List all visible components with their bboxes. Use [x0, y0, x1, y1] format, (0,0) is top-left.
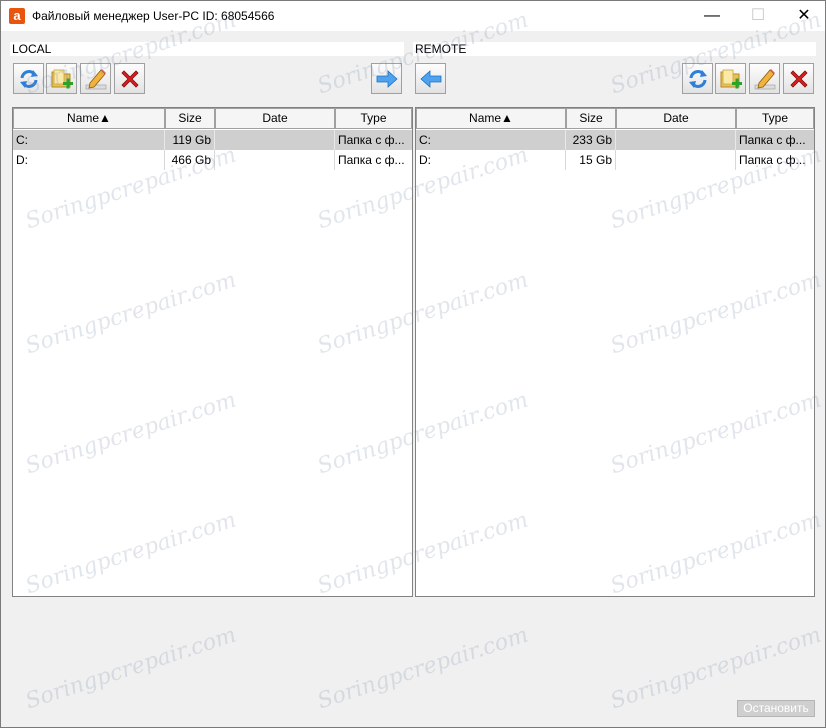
cell-type: Папка с ф... [739, 133, 806, 147]
column-header-type[interactable]: Type [335, 108, 412, 129]
stop-button[interactable]: Остановить [737, 700, 815, 717]
cell-name: C: [13, 130, 165, 150]
window-title: Файловый менеджер User-PC ID: 68054566 [32, 9, 275, 23]
column-header-name[interactable]: Name▲ [13, 108, 165, 129]
local-list-header: Name▲ Size Date Type [13, 108, 412, 129]
table-row[interactable]: C: 233 Gb Папка с ф... [416, 130, 814, 150]
table-row[interactable]: C: 119 Gb Папка с ф... [13, 130, 412, 150]
column-header-type[interactable]: Type [736, 108, 814, 129]
column-header-size[interactable]: Size [566, 108, 616, 129]
local-panel-header: LOCAL [10, 42, 404, 56]
arrow-left-icon [419, 69, 441, 88]
column-header-size[interactable]: Size [165, 108, 215, 129]
remote-panel-header: REMOTE [413, 42, 816, 56]
cell-type: Папка с ф... [338, 133, 405, 147]
remote-refresh-button[interactable] [682, 63, 713, 94]
cell-size: 15 Gb [566, 150, 616, 170]
refresh-icon [688, 69, 707, 88]
cell-date [215, 150, 335, 170]
cell-type: Папка с ф... [739, 153, 806, 167]
cell-size: 119 Gb [165, 130, 215, 150]
file-manager-window: a Файловый менеджер User-PC ID: 68054566… [0, 0, 826, 728]
maximize-button[interactable]: ☐ [735, 1, 781, 31]
local-refresh-button[interactable] [13, 63, 44, 94]
rename-icon [754, 68, 775, 89]
cell-name: D: [13, 150, 165, 170]
close-button[interactable]: ✕ [781, 1, 826, 31]
arrow-right-icon [376, 69, 398, 88]
cell-date [215, 130, 335, 150]
app-logo-icon: a [9, 8, 25, 24]
remote-rename-button[interactable] [749, 63, 780, 94]
remote-new-folder-button[interactable] [715, 63, 746, 94]
remote-file-list[interactable]: Name▲ Size Date Type C: 233 Gb Папка с ф… [415, 107, 815, 597]
delete-icon [789, 69, 808, 88]
local-file-list[interactable]: Name▲ Size Date Type C: 119 Gb Папка с ф… [12, 107, 413, 597]
watermark-text: Soringpcrepair.com [314, 622, 532, 715]
cell-date [616, 130, 736, 150]
table-row[interactable]: D: 15 Gb Папка с ф... [416, 150, 814, 170]
column-header-date[interactable]: Date [616, 108, 736, 129]
watermark-text: Soringpcrepair.com [22, 622, 240, 715]
local-delete-button[interactable] [114, 63, 145, 94]
local-rename-button[interactable] [80, 63, 111, 94]
copy-to-local-button[interactable] [415, 63, 446, 94]
cell-date [616, 150, 736, 170]
new-folder-icon [51, 69, 73, 88]
new-folder-icon [720, 69, 742, 88]
table-row[interactable]: D: 466 Gb Папка с ф... [13, 150, 412, 170]
copy-to-remote-button[interactable] [371, 63, 402, 94]
cell-type: Папка с ф... [338, 153, 405, 167]
refresh-icon [19, 69, 38, 88]
delete-icon [120, 69, 139, 88]
remote-delete-button[interactable] [783, 63, 814, 94]
rename-icon [85, 68, 106, 89]
remote-list-header: Name▲ Size Date Type [416, 108, 814, 129]
minimize-button[interactable]: — [689, 1, 735, 31]
cell-size: 466 Gb [165, 150, 215, 170]
local-new-folder-button[interactable] [46, 63, 77, 94]
column-header-name[interactable]: Name▲ [416, 108, 566, 129]
column-header-date[interactable]: Date [215, 108, 335, 129]
cell-name: C: [416, 130, 566, 150]
cell-size: 233 Gb [566, 130, 616, 150]
cell-name: D: [416, 150, 566, 170]
title-bar[interactable]: a Файловый менеджер User-PC ID: 68054566… [1, 1, 825, 31]
